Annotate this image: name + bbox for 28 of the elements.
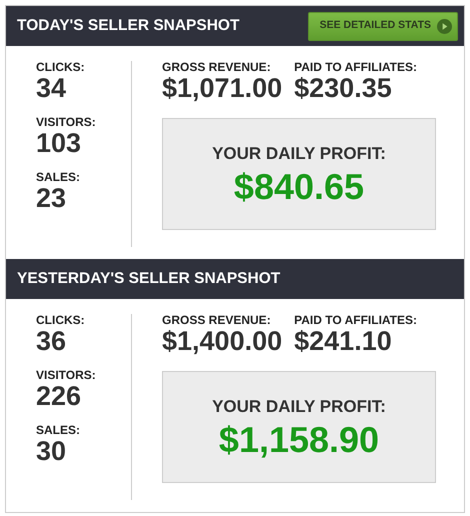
stat-label: SALES:	[36, 424, 82, 437]
stat-value: 226	[36, 382, 82, 412]
stat-value: 23	[36, 184, 68, 214]
stat-value: 30	[36, 436, 68, 467]
revenue-label: GROSS REVENUE:	[162, 314, 272, 328]
profit-label: YOUR DAILY PROFIT:	[212, 143, 386, 166]
revenue-label: PAID TO AFFILIATES:	[294, 314, 418, 328]
stat-label: VISITORS:	[36, 368, 97, 382]
stat-label: CLICKS:	[36, 61, 86, 74]
section-title: TODAY'S SELLER SNAPSHOT	[17, 16, 240, 36]
revenue-value: $1,400.00	[162, 327, 282, 357]
section-title: YESTERDAY'S SELLER SNAPSHOT	[17, 269, 280, 290]
revenue-value: $230.35	[294, 74, 393, 104]
profit-value: $1,158.90	[218, 420, 380, 460]
stat-label: CLICKS:	[36, 314, 86, 328]
stat-value: 36	[36, 327, 68, 357]
stats-button[interactable]: SEE DETAILED STATS	[308, 12, 458, 40]
profit-label: YOUR DAILY PROFIT:	[212, 396, 386, 418]
stat-value: 34	[36, 74, 68, 104]
play-icon	[437, 18, 452, 34]
revenue-value: $241.10	[294, 327, 393, 357]
revenue-label: PAID TO AFFILIATES:	[294, 61, 418, 74]
revenue-value: $1,071.00	[162, 74, 282, 104]
stat-label: VISITORS:	[36, 116, 97, 130]
profit-value: $840.65	[234, 166, 364, 206]
stat-value: 103	[36, 129, 82, 159]
revenue-label: GROSS REVENUE:	[162, 61, 272, 74]
stat-label: SALES:	[36, 170, 82, 184]
